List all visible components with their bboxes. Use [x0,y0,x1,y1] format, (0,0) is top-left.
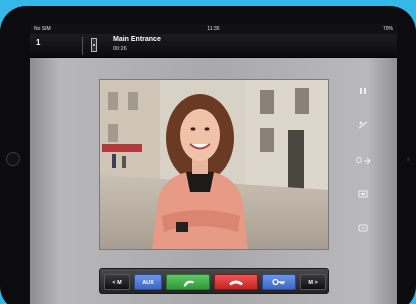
camera-image [100,80,328,249]
previous-camera-button[interactable]: < M [104,274,130,290]
slider-icon [358,121,368,129]
snapshot-button[interactable] [356,189,370,199]
tablet-frame: No SIM 11:35 70% 1 Main Entrance 00:26 <… [0,6,416,304]
mute-button[interactable] [356,223,370,233]
answer-button[interactable] [166,274,210,290]
aux-button[interactable]: AUX [134,274,162,290]
snapshot-icon [358,190,368,198]
next-camera-button[interactable]: M > [300,274,326,290]
volume-icon [360,88,366,94]
status-bar: No SIM 11:35 70% [30,24,397,34]
status-time: 11:35 [207,26,220,32]
call-location-name: Main Entrance [113,36,161,43]
header-divider [82,37,83,55]
call-duration: 00:26 [113,46,127,52]
hangup-button[interactable] [214,274,258,290]
door-icon [91,38,97,52]
camera-switch-button[interactable] [354,156,372,166]
volume-button[interactable] [356,86,370,96]
settings-button[interactable] [356,120,370,130]
unlock-door-button[interactable] [262,274,296,290]
screen: No SIM 11:35 70% 1 Main Entrance 00:26 <… [30,24,397,304]
key-icon [272,278,285,286]
line-number: 1 [36,38,41,47]
call-header: 1 Main Entrance 00:26 [30,34,397,58]
call-control-bar: < M AUX M > [99,268,329,294]
status-battery: 70% [382,26,393,32]
phone-icon [183,280,195,287]
camera-switch-icon [356,157,371,165]
camera-sensor [407,158,410,161]
hangup-icon [229,280,243,286]
mute-icon [358,224,368,232]
home-button[interactable] [6,152,20,166]
video-feed [99,79,329,250]
